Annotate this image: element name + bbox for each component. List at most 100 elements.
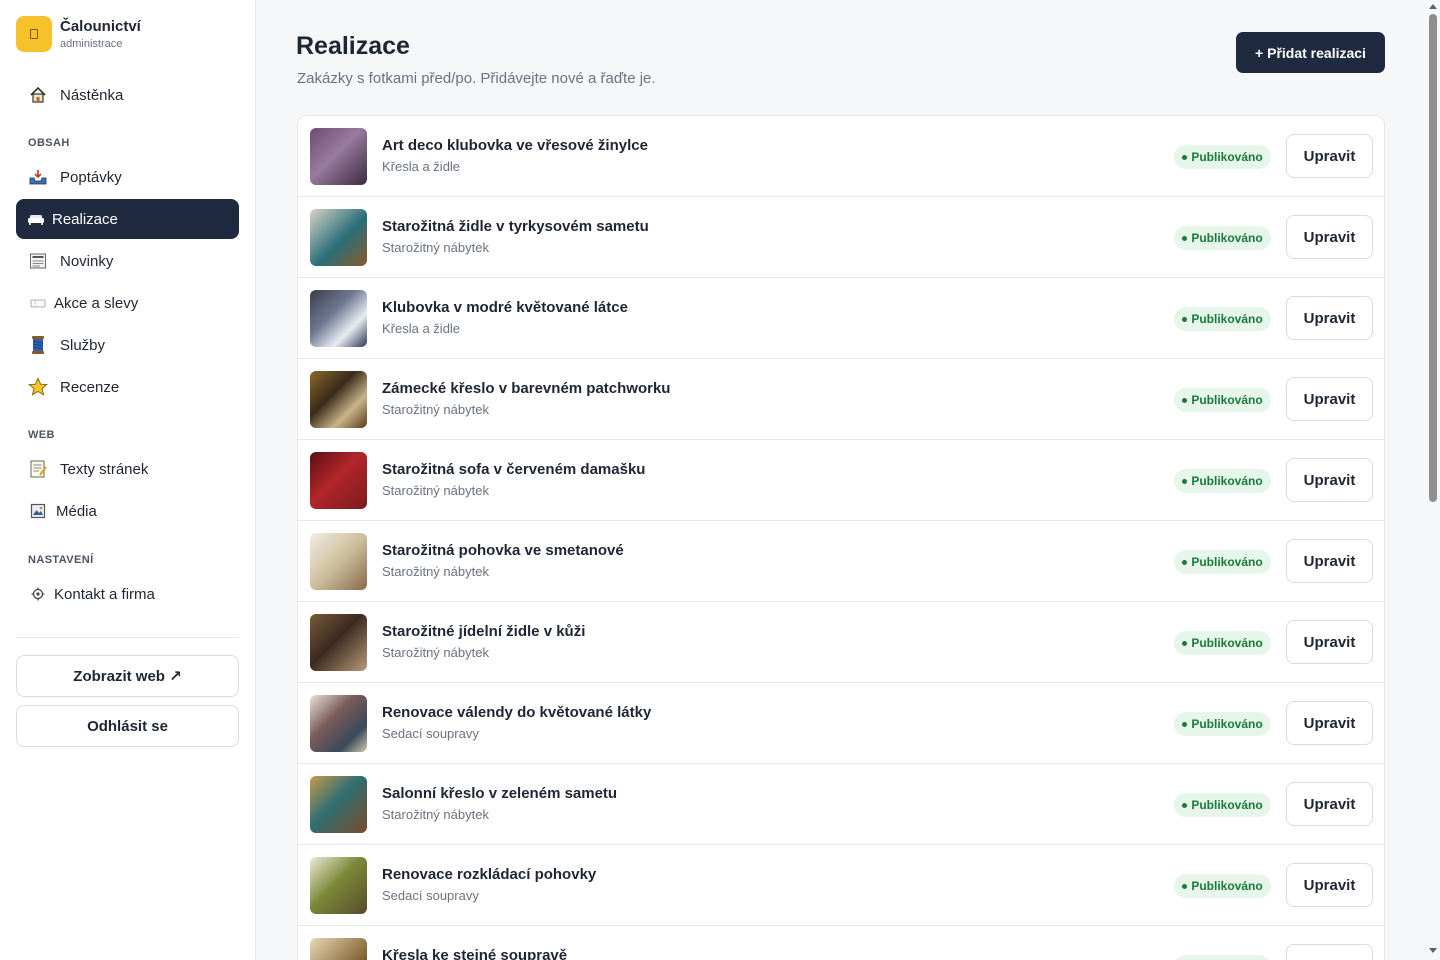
list-item[interactable]: Salonní křeslo v zeleném sametu Starožitn…: [298, 764, 1384, 845]
project-category: Starožitný nábytek: [382, 564, 489, 579]
sidebar-item-label: Texty stránek: [60, 460, 149, 478]
edit-button[interactable]: Upravit: [1286, 296, 1373, 340]
inbox-tray-icon: [28, 167, 48, 187]
status-label: Publikováno: [1191, 798, 1263, 812]
sidebar-item-poptavky[interactable]: Poptávky: [16, 157, 239, 197]
status-badge: Publikováno: [1174, 874, 1271, 898]
status-dot-icon: [1182, 883, 1188, 889]
brand-name: Čalounictví: [60, 17, 141, 35]
thread-spool-icon: [28, 335, 48, 355]
sidebar-item-realizace[interactable]: Realizace: [16, 199, 239, 239]
list-item[interactable]: Renovace válendy do květované látky Sedac…: [298, 683, 1384, 764]
project-category: Starožitný nábytek: [382, 807, 489, 822]
sidebar-item-recenze[interactable]: Recenze: [16, 367, 239, 407]
project-title: Starožitná sofa v červeném damašku: [382, 461, 646, 478]
project-title: Starožitná židle v tyrkysovém sametu: [382, 218, 649, 235]
sidebar-divider: [16, 637, 239, 638]
scroll-down-arrow-icon[interactable]: [1429, 948, 1437, 953]
project-category: Starožitný nábytek: [382, 240, 489, 255]
page-scrollbar[interactable]: [1426, 0, 1440, 960]
status-label: Publikováno: [1191, 879, 1263, 893]
status-dot-icon: [1182, 397, 1188, 403]
scroll-up-arrow-icon[interactable]: [1429, 4, 1437, 9]
list-item[interactable]: Starožitná sofa v červeném damašku Starož…: [298, 440, 1384, 521]
edit-button[interactable]: Upravit: [1286, 539, 1373, 583]
section-label-web: WEB: [28, 429, 55, 441]
brand-subtitle: administrace: [60, 37, 123, 50]
sidebar-item-sluzby[interactable]: Služby: [16, 325, 239, 365]
project-thumbnail: [310, 128, 367, 185]
sidebar: Čalounictví administrace Nástěnka OBSAH …: [0, 0, 256, 960]
list-item[interactable]: Art deco klubovka ve vřesové žinylce Křes…: [298, 116, 1384, 197]
view-site-button[interactable]: Zobrazit web ↗: [16, 655, 239, 697]
sidebar-item-label: Nástěnka: [60, 86, 124, 104]
memo-icon: [28, 459, 48, 479]
edit-button[interactable]: Upravit: [1286, 782, 1373, 826]
sidebar-item-label: Novinky: [60, 252, 114, 270]
status-badge: Publikováno: [1174, 712, 1271, 736]
status-badge: Publikováno: [1174, 793, 1271, 817]
status-label: Publikováno: [1191, 636, 1263, 650]
sidebar-item-akce-a-slevy[interactable]: Akce a slevy: [16, 283, 239, 323]
scrollbar-thumb[interactable]: [1429, 14, 1437, 502]
project-title: Zámecké křeslo v barevném patchworku: [382, 380, 671, 397]
sidebar-item-label: Poptávky: [60, 168, 122, 186]
sidebar-item-nastenka[interactable]: Nástěnka: [16, 75, 239, 115]
edit-button[interactable]: Upravit: [1286, 944, 1373, 960]
project-thumbnail: [310, 452, 367, 509]
status-dot-icon: [1182, 478, 1188, 484]
ticket-icon: [28, 293, 48, 313]
list-item[interactable]: Křesla ke stejné soupravě Publikováno Upra…: [298, 926, 1384, 960]
project-category: Sedací soupravy: [382, 726, 479, 741]
status-label: Publikováno: [1191, 717, 1263, 731]
project-category: Křesla a židle: [382, 321, 461, 336]
status-dot-icon: [1182, 154, 1188, 160]
edit-button[interactable]: Upravit: [1286, 863, 1373, 907]
sidebar-item-label: Kontakt a firma: [54, 585, 155, 603]
status-badge: Publikováno: [1174, 307, 1271, 331]
edit-button[interactable]: Upravit: [1286, 215, 1373, 259]
list-item[interactable]: Renovace rozkládací pohovky Sedací soupra…: [298, 845, 1384, 926]
projects-list: Art deco klubovka ve vřesové žinylce Křes…: [297, 115, 1385, 960]
status-badge: Publikováno: [1174, 226, 1271, 250]
project-thumbnail: [310, 776, 367, 833]
sidebar-item-media[interactable]: Média: [16, 491, 239, 531]
gear-icon: [28, 584, 48, 604]
edit-button[interactable]: Upravit: [1286, 377, 1373, 421]
status-dot-icon: [1182, 721, 1188, 727]
section-label-nastaveni: NASTAVENÍ: [28, 554, 94, 566]
project-thumbnail: [310, 938, 367, 960]
edit-button[interactable]: Upravit: [1286, 701, 1373, 745]
project-title: Křesla ke stejné soupravě: [382, 947, 568, 960]
edit-button[interactable]: Upravit: [1286, 134, 1373, 178]
sidebar-item-label: Recenze: [60, 378, 120, 396]
sidebar-item-novinky[interactable]: Novinky: [16, 241, 239, 281]
project-category: Sedací soupravy: [382, 888, 479, 903]
sidebar-item-kontakt-a-firma[interactable]: Kontakt a firma: [16, 574, 239, 614]
status-label: Publikováno: [1191, 393, 1263, 407]
status-dot-icon: [1182, 559, 1188, 565]
sidebar-item-texty-stranek[interactable]: Texty stránek: [16, 449, 239, 489]
status-badge: Publikováno: [1174, 388, 1271, 412]
list-item[interactable]: Zámecké křeslo v barevném patchworku Star…: [298, 359, 1384, 440]
project-thumbnail: [310, 857, 367, 914]
edit-button[interactable]: Upravit: [1286, 458, 1373, 502]
list-item[interactable]: Starožitné jídelní židle v kůži Starožitn…: [298, 602, 1384, 683]
project-category: Starožitný nábytek: [382, 645, 489, 660]
list-item[interactable]: Starožitná pohovka ve smetanové Starožitn…: [298, 521, 1384, 602]
project-category: Starožitný nábytek: [382, 402, 489, 417]
sofa-icon: [26, 209, 46, 229]
page-subtitle: Zakázky s fotkami před/po. Přidávejte no…: [297, 70, 656, 87]
add-project-button[interactable]: + Přidat realizaci: [1236, 32, 1385, 73]
logout-button[interactable]: Odhlásit se: [16, 705, 239, 747]
list-item[interactable]: Klubovka v modré květované látce Křesla a…: [298, 278, 1384, 359]
project-thumbnail: [310, 371, 367, 428]
image-frame-icon: [28, 501, 48, 521]
list-item[interactable]: Starožitná židle v tyrkysovém sametu Star…: [298, 197, 1384, 278]
brand[interactable]: Čalounictví administrace: [16, 16, 141, 52]
project-category: Starožitný nábytek: [382, 483, 489, 498]
project-title: Renovace rozkládací pohovky: [382, 866, 597, 883]
status-badge: Publikováno: [1174, 145, 1271, 169]
project-title: Starožitná pohovka ve smetanové: [382, 542, 624, 559]
edit-button[interactable]: Upravit: [1286, 620, 1373, 664]
